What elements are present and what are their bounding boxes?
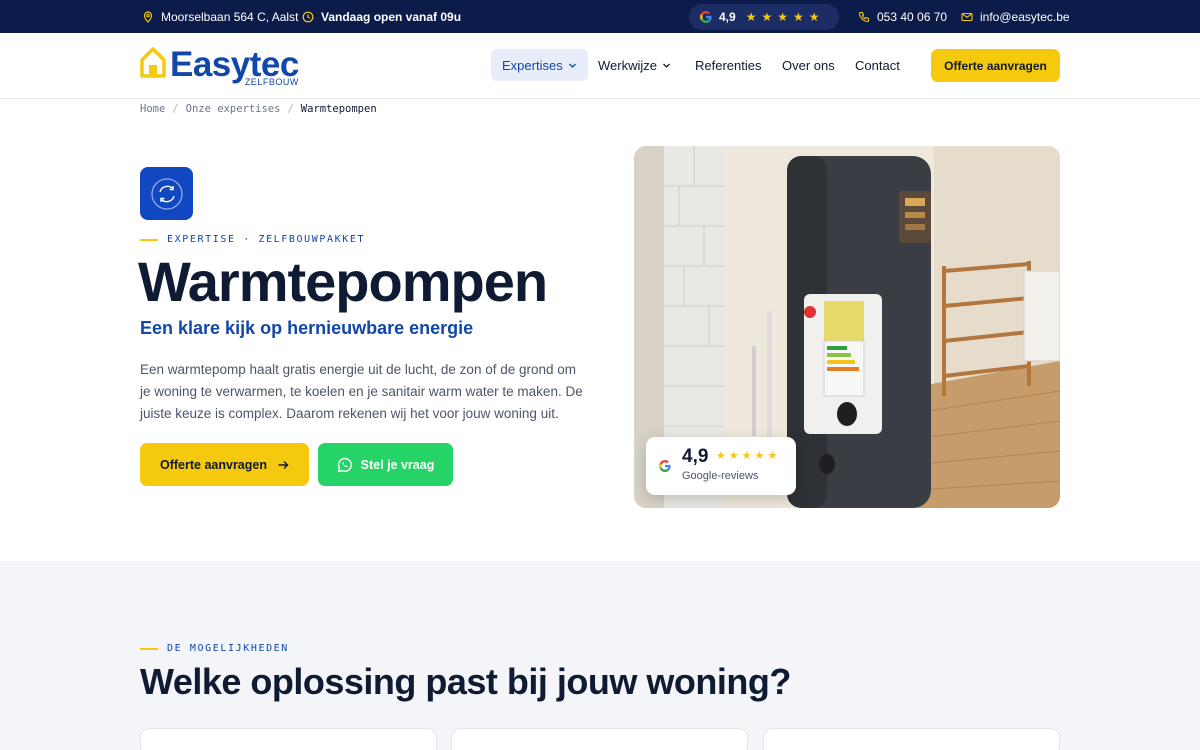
- section-eyebrow: DE MOGELIJKHEDEN: [140, 643, 289, 654]
- hero-description: Een warmtepomp haalt gratis energie uit …: [140, 362, 583, 421]
- address-text: Moorselbaan 564 C, Aalst: [161, 9, 299, 24]
- clock-icon: [302, 11, 314, 22]
- breadcrumb-separator: /: [287, 103, 294, 115]
- heat-pump-icon-tile: [140, 167, 193, 220]
- hero-eyebrow: EXPERTISE · ZELFBOUWPAKKET: [140, 234, 365, 245]
- nav-expertises-label: Expertises: [502, 57, 563, 73]
- whatsapp-button-label: Stel je vraag: [360, 457, 435, 472]
- rating-value: 4,9: [719, 10, 736, 24]
- section-title: Welke oplossing past bij jouw woning?: [140, 661, 791, 702]
- option-card[interactable]: [140, 728, 437, 750]
- nav-werkwijze-label: Werkwijze: [598, 57, 657, 73]
- arrow-right-icon: [278, 460, 289, 469]
- google-rating-badge[interactable]: 4,9 ★★★★★: [689, 4, 839, 30]
- phone-icon: [858, 11, 870, 22]
- rating-card-value: 4,9: [682, 446, 709, 467]
- refresh-cycle-icon: [150, 177, 183, 210]
- nav-contact[interactable]: Contact: [855, 49, 900, 81]
- google-reviews-card[interactable]: 4,9 ★★★★★ Google-reviews: [646, 437, 796, 495]
- header-quote-button[interactable]: Offerte aanvragen: [931, 49, 1060, 82]
- breadcrumb-expertises[interactable]: Onze expertises: [186, 103, 281, 115]
- google-logo-icon: [700, 11, 712, 23]
- breadcrumb-home[interactable]: Home: [140, 103, 165, 115]
- nav-over-ons[interactable]: Over ons: [782, 49, 835, 81]
- location-pin-icon: [143, 10, 153, 23]
- nav-werkwijze[interactable]: Werkwijze: [598, 49, 671, 81]
- site-header: Easytec ZELFBOUW Expertises Werkwijze Re…: [0, 33, 1200, 99]
- opening-text: Vandaag open vanaf 09u: [321, 9, 462, 24]
- top-bar: Moorselbaan 564 C, Aalst Vandaag open va…: [0, 0, 1200, 33]
- quote-button-label: Offerte aanvragen: [160, 457, 267, 472]
- nav-expertises[interactable]: Expertises: [491, 49, 588, 81]
- rating-card-stars: ★★★★★: [716, 450, 781, 462]
- breadcrumb-current: Warmtepompen: [300, 103, 377, 115]
- section-eyebrow-text: DE MOGELIJKHEDEN: [167, 643, 289, 654]
- rating-card-label: Google-reviews: [682, 470, 759, 482]
- google-logo-icon: [659, 460, 671, 472]
- opening-hours: Vandaag open vanaf 09u: [302, 0, 461, 33]
- hero-subtitle: Een klare kijk op hernieuwbare energie: [140, 318, 474, 338]
- breadcrumb: Home / Onze expertises / Warmtepompen: [140, 103, 377, 115]
- address-link[interactable]: Moorselbaan 564 C, Aalst: [142, 0, 298, 33]
- whatsapp-icon: [337, 457, 352, 472]
- rating-stars: ★★★★★: [745, 10, 825, 24]
- eyebrow-accent-bar: [140, 238, 158, 241]
- page-title: Warmtepompen: [138, 250, 548, 313]
- chevron-down-icon: [663, 63, 670, 68]
- eyebrow-accent-bar: [140, 647, 158, 650]
- chevron-down-icon: [568, 63, 576, 68]
- option-card[interactable]: [763, 728, 1060, 750]
- mail-icon: [961, 12, 973, 21]
- email-link[interactable]: info@easytec.be: [961, 0, 1070, 33]
- phone-link[interactable]: 053 40 06 70: [858, 0, 947, 33]
- nav-referenties[interactable]: Referenties: [695, 49, 761, 81]
- breadcrumb-separator: /: [172, 103, 179, 115]
- phone-text: 053 40 06 70: [877, 9, 948, 24]
- whatsapp-question-button[interactable]: Stel je vraag: [318, 443, 453, 486]
- hero-eyebrow-text: EXPERTISE · ZELFBOUWPAKKET: [167, 234, 366, 245]
- options-section: [0, 561, 1200, 750]
- quote-request-button[interactable]: Offerte aanvragen: [140, 443, 309, 486]
- email-text: info@easytec.be: [980, 9, 1070, 24]
- option-card[interactable]: [451, 728, 748, 750]
